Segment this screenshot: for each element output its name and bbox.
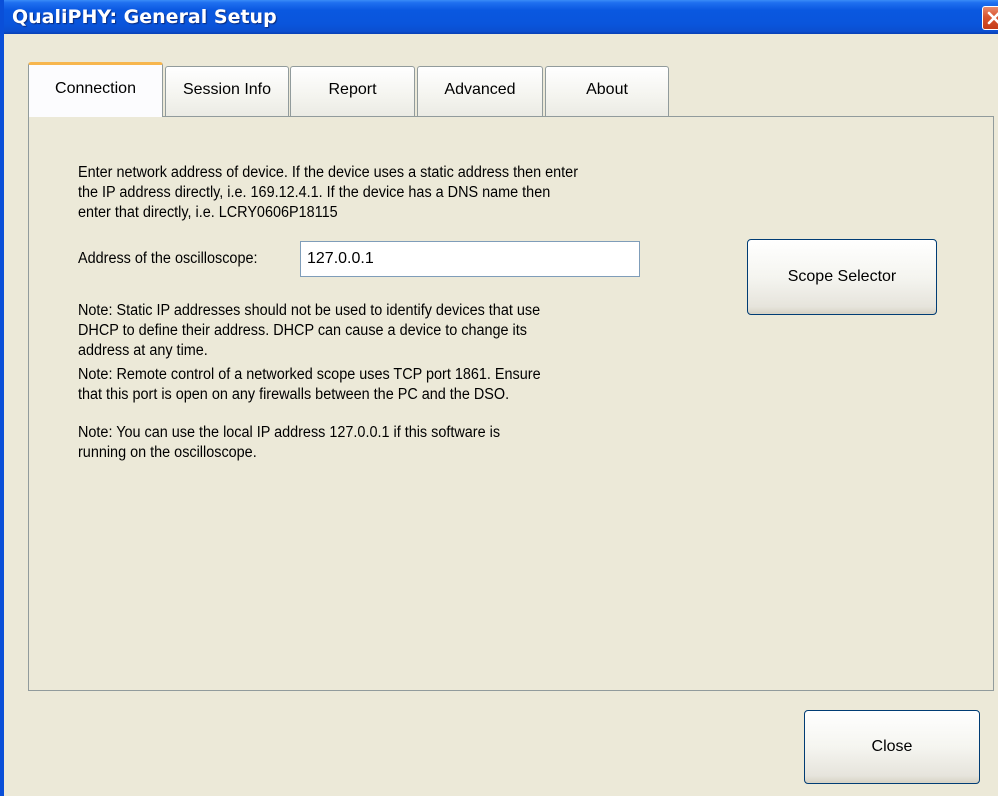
intro-text: Enter network address of device. If the … [78,163,578,223]
note-tcp-port: Note: Remote control of a networked scop… [78,365,541,405]
address-input[interactable] [300,241,640,277]
note-line: Note: You can use the local IP address 1… [78,424,501,441]
note-line: Note: Remote control of a networked scop… [78,366,541,383]
intro-line: Enter network address of device. If the … [78,164,579,181]
note-line: Note: Static IP addresses should not be … [78,302,541,319]
intro-line: the IP address directly, i.e. 169.12.4.1… [78,184,551,201]
address-label: Address of the oscilloscope: [78,250,258,267]
note-line: running on the oscilloscope. [78,444,257,461]
note-static-ip: Note: Static IP addresses should not be … [78,301,540,361]
intro-line: enter that directly, i.e. LCRY0606P18115 [78,204,338,221]
close-button[interactable]: Close [804,710,980,784]
window-title: QualiPHY: General Setup [12,6,277,28]
tab-connection[interactable]: Connection [28,62,163,117]
tab-advanced[interactable]: Advanced [417,66,543,116]
window-close-button[interactable] [982,6,998,30]
note-line: address at any time. [78,342,208,359]
scope-selector-button[interactable]: Scope Selector [747,239,937,315]
close-icon [987,11,998,25]
tab-report[interactable]: Report [290,66,415,116]
tab-session-info[interactable]: Session Info [165,66,289,116]
tab-about[interactable]: About [545,66,669,116]
connection-panel: Enter network address of device. If the … [28,116,994,691]
title-bar[interactable]: QualiPHY: General Setup [4,0,998,34]
note-line: that this port is open on any firewalls … [78,386,510,403]
note-local-ip: Note: You can use the local IP address 1… [78,423,500,463]
setup-window: QualiPHY: General Setup Connection Sessi… [0,0,998,796]
note-line: DHCP to define their address. DHCP can c… [78,322,527,339]
